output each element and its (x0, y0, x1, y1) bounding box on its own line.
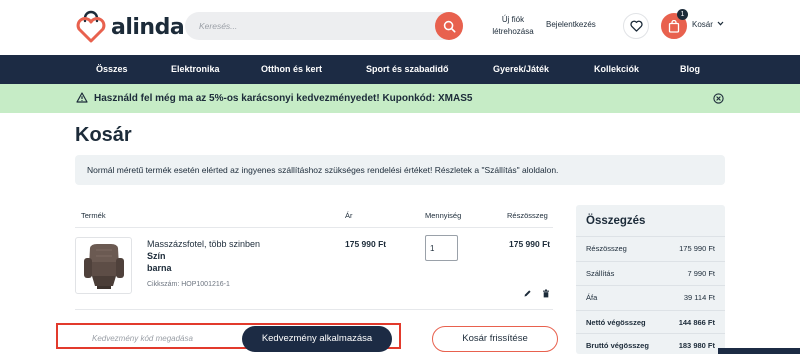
nav-item-elektronika[interactable]: Elektronika (171, 55, 220, 84)
summary-value: 144 866 Ft (678, 318, 715, 327)
nav-item-kollekciok[interactable]: Kollekciók (594, 55, 639, 84)
shipping-info-box: Normál méretű termék esetén elérted az i… (75, 155, 725, 185)
main-nav: Összes Elektronika Otthon és kert Sport … (0, 55, 800, 84)
product-price: 175 990 Ft (345, 239, 387, 249)
column-header-price: Ár (345, 211, 353, 220)
summary-title: Összegzés (586, 215, 646, 227)
apply-coupon-button[interactable]: Kedvezmény alkalmazása (242, 326, 392, 352)
page-title: Kosár (75, 124, 132, 146)
summary-value: 175 990 Ft (679, 244, 715, 253)
table-divider (75, 309, 553, 310)
column-header-quantity: Mennyiség (425, 211, 462, 220)
promo-banner: Használd fel még ma az 5%-os karácsonyi … (0, 84, 800, 113)
close-icon[interactable] (713, 93, 724, 104)
site-logo[interactable]: alinda (74, 10, 185, 44)
summary-row-subtotal: Részösszeg 175 990 Ft (576, 236, 725, 261)
login-link[interactable]: Bejelentkezés (546, 20, 596, 29)
summary-row-vat: Áfa 39 114 Ft (576, 285, 725, 310)
bottom-bar-edge (718, 348, 800, 354)
product-image[interactable] (75, 237, 132, 294)
search-button[interactable] (435, 12, 463, 40)
update-cart-button[interactable]: Kosár frissítése (432, 326, 558, 352)
column-header-product: Termék (81, 211, 106, 220)
shipping-info-text: Normál méretű termék esetén elérted az i… (87, 165, 559, 175)
product-subtotal: 175 990 Ft (509, 239, 551, 249)
massage-chair-image (83, 243, 124, 289)
create-account-link[interactable]: Új fiók létrehozása (487, 14, 539, 38)
summary-row-shipping: Szállítás 7 990 Ft (576, 261, 725, 286)
search-icon (443, 20, 456, 33)
summary-label: Szállítás (586, 269, 615, 278)
summary-value: 39 114 Ft (683, 293, 715, 302)
summary-label: Áfa (586, 293, 598, 302)
chevron-down-icon[interactable] (717, 21, 724, 26)
product-attribute-value: barna (147, 263, 172, 273)
summary-label: Részösszeg (586, 244, 627, 253)
nav-item-otthon-es-kert[interactable]: Otthon és kert (261, 55, 322, 84)
summary-label: Nettó végösszeg (586, 318, 646, 327)
quantity-input[interactable] (425, 235, 458, 261)
order-summary: Összegzés Részösszeg 175 990 Ft Szállítá… (576, 205, 725, 354)
cart-count-badge: 1 (677, 9, 688, 20)
warning-icon (76, 92, 88, 103)
product-sku: Cikkszám: HOP1001216-1 (147, 281, 230, 288)
search-bar (185, 12, 463, 40)
cart-bag-icon (668, 19, 680, 33)
product-attribute-label: Szín (147, 251, 166, 261)
column-header-subtotal: Részösszeg (507, 211, 548, 220)
coupon-code-input[interactable] (75, 327, 255, 349)
logo-text: alinda (111, 14, 185, 40)
cart-label[interactable]: Kosár (692, 20, 713, 29)
edit-icon[interactable] (523, 289, 532, 298)
heart-icon (629, 20, 643, 32)
wishlist-button[interactable] (623, 13, 649, 39)
promo-text: Használd fel még ma az 5%-os karácsonyi … (94, 93, 473, 104)
search-input[interactable] (185, 12, 435, 40)
nav-item-sport-es-szabadido[interactable]: Sport és szabadidő (366, 55, 449, 84)
summary-value: 7 990 Ft (687, 269, 715, 278)
site-header: alinda Új fiók létrehozása Bejelentkezés… (0, 0, 800, 55)
trash-icon[interactable] (542, 289, 550, 298)
summary-value: 183 980 Ft (678, 341, 715, 350)
summary-row-net-total: Nettó végösszeg 144 866 Ft (576, 310, 725, 335)
nav-item-gyerek-jatek[interactable]: Gyerek/Játék (493, 55, 549, 84)
summary-row-gross-total: Bruttó végösszeg 183 980 Ft (576, 333, 725, 354)
shopping-bag-heart-icon (76, 10, 106, 43)
nav-item-osszes[interactable]: Összes (96, 55, 128, 84)
nav-item-blog[interactable]: Blog (680, 55, 700, 84)
summary-label: Bruttó végösszeg (586, 341, 649, 350)
table-divider (75, 227, 553, 228)
create-account-line1: Új fiók (501, 15, 525, 24)
product-name[interactable]: Masszázsfotel, több szinben (147, 239, 260, 249)
create-account-line2: létrehozása (492, 27, 534, 36)
